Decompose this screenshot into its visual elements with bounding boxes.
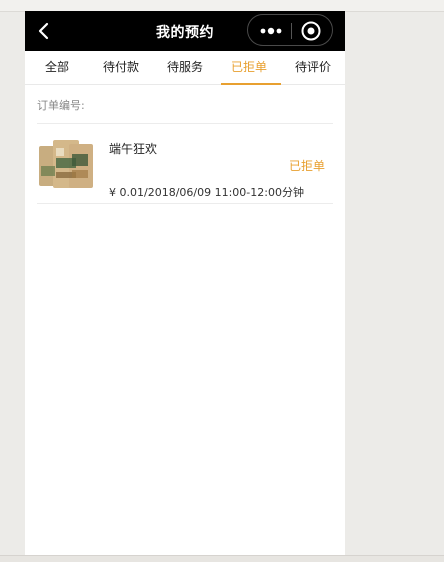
order-tabs: 全部 待付款 待服务 已拒单 待评价	[25, 51, 345, 85]
phone-screen: 我的预约 全部 待付款 待服务 已拒单 待评价 订单编号: 端午狂欢 已拒单 ¥…	[25, 11, 345, 561]
more-dots-icon[interactable]	[258, 21, 284, 41]
status-badge: 已拒单	[288, 159, 325, 173]
target-circle-icon[interactable]	[300, 20, 322, 42]
price-date-time: ¥ 0.01/2018/06/09 11:00-12:00分钟	[109, 186, 304, 199]
order-card[interactable]: 端午狂欢 已拒单 ¥ 0.01/2018/06/09 11:00-12:00分钟	[37, 124, 333, 204]
product-package-image	[39, 140, 93, 188]
tab-rejected[interactable]: 已拒单	[217, 51, 281, 85]
item-title: 端午狂欢	[109, 142, 158, 156]
tab-pending-review[interactable]: 待评价	[281, 51, 345, 84]
mini-program-capsule	[247, 14, 333, 46]
navigation-bar: 我的预约	[25, 11, 345, 51]
order-number-label: 订单编号:	[37, 99, 85, 112]
tab-all[interactable]: 全部	[25, 51, 89, 84]
tab-pending-service[interactable]: 待服务	[153, 51, 217, 84]
divider	[37, 203, 333, 204]
capsule-divider	[291, 23, 292, 39]
tab-pending-payment[interactable]: 待付款	[89, 51, 153, 84]
